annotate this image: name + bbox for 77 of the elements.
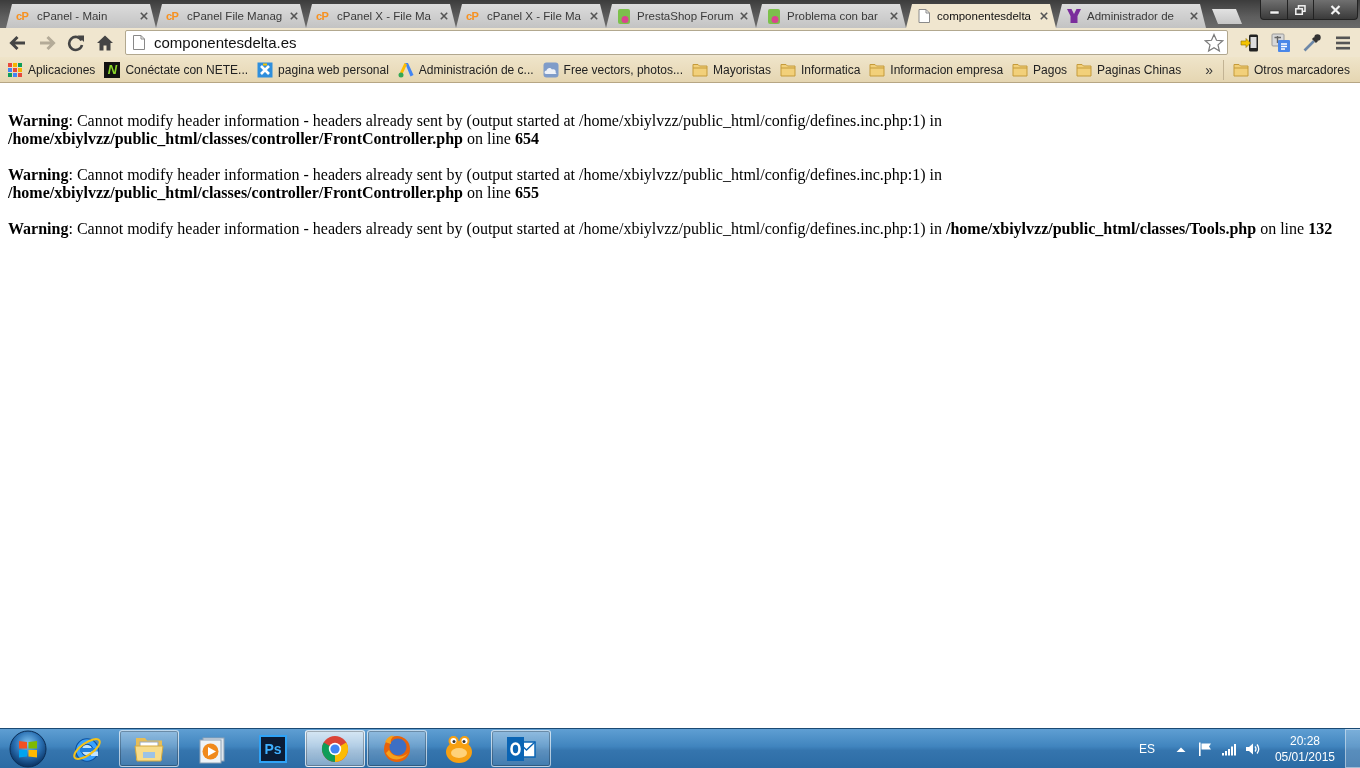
close-icon[interactable] <box>590 12 598 20</box>
taskbar-app-button[interactable] <box>367 730 427 767</box>
minimize-button[interactable] <box>1260 0 1288 20</box>
bookmark-folder[interactable]: Pagos <box>1009 59 1071 80</box>
page-icon <box>916 8 932 24</box>
logo-letters: cP <box>316 9 330 24</box>
warning-message: Warning: Cannot modify header information - headers already sent by (output started at /home/xbiylvzz/public_html/config/defines.inc.php:1) in /home/xbiylvzz/public_html/classes/controller/FrontController.php on line 655 <box>8 166 943 202</box>
folder-icon <box>869 61 886 78</box>
restore-button[interactable] <box>1288 0 1314 20</box>
address-field[interactable]: componentesdelta.es <box>125 30 1228 55</box>
taskbar-app-button[interactable] <box>119 730 179 767</box>
phone-arrow-icon <box>1239 32 1260 53</box>
logo-letter: N <box>104 61 121 78</box>
close-icon[interactable] <box>290 12 298 20</box>
more-bookmarks-button[interactable]: » <box>1201 61 1217 78</box>
reload-icon <box>66 33 85 52</box>
apps-grid-icon <box>7 61 23 78</box>
bookmark[interactable]: Administración de c... <box>394 59 537 80</box>
bookmark[interactable]: pagina web personal <box>254 59 392 80</box>
browser-tab[interactable]: cP cPanel - Main <box>6 4 156 28</box>
close-icon[interactable] <box>140 12 148 20</box>
bookmark-folder[interactable]: Paginas Chinas <box>1073 59 1185 80</box>
browser-tab[interactable]: PrestaShop Forum <box>606 4 756 28</box>
bookmark-folder[interactable]: Otros marcadores <box>1229 59 1353 80</box>
new-tab-button[interactable] <box>1212 9 1242 24</box>
taskbar-app-button[interactable] <box>491 730 551 767</box>
browser-tab[interactable]: cP cPanel X - File Ma <box>456 4 606 28</box>
eyedropper-icon <box>1301 32 1322 53</box>
clock-date[interactable]: 05/01/2015 <box>1274 748 1335 765</box>
arrow-left-icon <box>8 33 27 52</box>
triangle-logo-icon <box>397 61 414 78</box>
bookmark-folder[interactable]: Informacion empresa <box>866 59 1007 80</box>
folder-icon <box>1232 61 1249 78</box>
taskbar-app-button[interactable] <box>305 730 365 767</box>
warning-message: Warning: Cannot modify header information - headers already sent by (output started at /home/xbiylvzz/public_html/config/defines.inc.php:1) in /home/xbiylvzz/public_html/classes/Tools.php on line 132 <box>8 220 1334 238</box>
browser-tab[interactable]: Problema con bar <box>756 4 906 28</box>
folder-icon <box>1076 61 1093 78</box>
logo-letters: cP <box>466 9 480 24</box>
close-icon <box>1330 4 1341 15</box>
dot-tile-icon <box>766 8 782 24</box>
arrow-right-icon <box>37 33 56 52</box>
y-logo-icon <box>1066 8 1082 24</box>
logo-letters: cP <box>16 9 30 24</box>
start-orb-icon <box>8 729 48 768</box>
cross-tile-icon <box>257 61 274 78</box>
cloud-icon <box>542 61 559 78</box>
clock-time[interactable]: 20:28 <box>1289 732 1320 749</box>
folder-icon <box>780 61 796 78</box>
bookmark-folder[interactable]: Mayoristas <box>688 59 774 80</box>
bookmark-folder[interactable]: Informatica <box>777 59 864 80</box>
logo-letters: cP <box>166 9 180 24</box>
browser-tab[interactable]: cP cPanel File Manag <box>156 4 306 28</box>
close-icon[interactable] <box>1190 12 1198 20</box>
star-icon[interactable] <box>1204 32 1224 53</box>
browser-tab[interactable]: componentesdelta <box>906 4 1056 28</box>
close-icon[interactable] <box>890 12 898 20</box>
bookmark[interactable]: Free vectors, photos... <box>539 59 686 80</box>
close-icon[interactable] <box>1040 12 1048 20</box>
browser-tab[interactable]: cP cPanel X - File Ma <box>306 4 456 28</box>
taskbar-app-button[interactable]: Ps <box>243 730 303 767</box>
logo-letters: Ps <box>259 734 287 763</box>
close-button[interactable] <box>1314 0 1358 20</box>
folder-icon <box>691 61 708 78</box>
bookmark[interactable]: N Conéctate con NETE... <box>101 59 252 80</box>
browser-tab[interactable]: Administrador de <box>1056 4 1206 28</box>
dot-tile-icon <box>616 8 632 24</box>
home-icon <box>95 33 114 52</box>
folder-icon <box>1012 61 1029 78</box>
page-icon <box>133 35 145 50</box>
close-icon[interactable] <box>440 12 448 20</box>
translate-icon <box>1270 32 1291 53</box>
warning-message: Warning: Cannot modify header information - headers already sent by (output started at /home/xbiylvzz/public_html/config/defines.inc.php:1) in /home/xbiylvzz/public_html/classes/controller/FrontController.php on line 654 <box>8 112 943 148</box>
bookmark[interactable]: Aplicaciones <box>4 59 99 80</box>
restore-icon <box>1295 4 1306 15</box>
language-indicator[interactable]: ES <box>1138 741 1155 756</box>
close-icon[interactable] <box>740 12 748 20</box>
flag-icon[interactable] <box>1196 740 1213 757</box>
